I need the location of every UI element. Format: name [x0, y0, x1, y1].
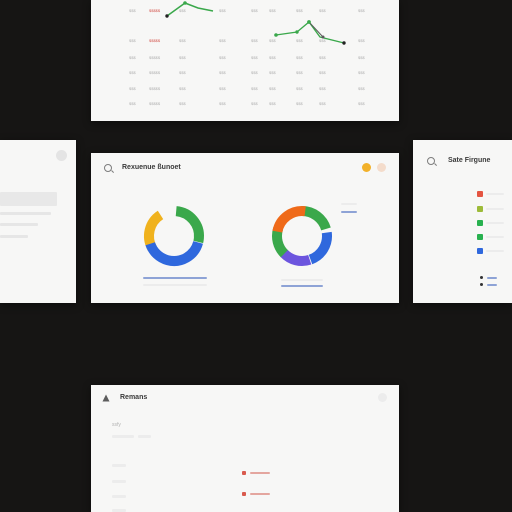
- donut-chart-left: [144, 206, 204, 266]
- status-dot-icon: [480, 276, 483, 279]
- legend-label-line: [486, 236, 504, 238]
- record-row[interactable]: [138, 435, 151, 438]
- bottom-records-panel: Remans ssfy: [91, 385, 399, 512]
- yellow-status-dot-icon[interactable]: [362, 163, 371, 172]
- list-item-placeholder[interactable]: [0, 223, 38, 226]
- legend-label-line: [486, 208, 504, 210]
- panel-title: Remans: [120, 394, 148, 401]
- record-row[interactable]: [112, 495, 126, 498]
- chart-point: [307, 20, 311, 24]
- chart-point: [165, 14, 169, 18]
- top-data-table-panel: $$$$$ $$$ $$$ $$$ $$$ $$$ $$$ $$$ $$$ $$…: [91, 0, 399, 121]
- record-row[interactable]: [112, 480, 126, 483]
- status-label-line: [487, 277, 497, 279]
- legend-color-icon: [477, 206, 483, 212]
- left-side-panel: [0, 140, 76, 303]
- chart-point: [342, 41, 346, 45]
- chart-line-series-right: [275, 21, 345, 44]
- alert-label-line: [250, 493, 270, 495]
- record-row[interactable]: [112, 435, 134, 438]
- chart-point: [183, 1, 187, 5]
- alert-icon: [242, 471, 246, 475]
- chart-point: [295, 30, 299, 34]
- search-icon[interactable]: [104, 164, 112, 172]
- status-label-line: [487, 284, 497, 286]
- right-chart-annotation-line: [341, 203, 357, 205]
- chart-line-series-right-dark: [308, 21, 324, 38]
- right-chart-annotation-line: [341, 211, 357, 213]
- right-side-panel: Sate Firgune: [413, 140, 512, 303]
- search-icon[interactable]: [427, 157, 435, 165]
- chart-line-series-top: [166, 2, 214, 17]
- list-item-placeholder[interactable]: [0, 235, 28, 238]
- selected-list-item[interactable]: [0, 192, 57, 206]
- warning-icon: [102, 394, 110, 402]
- left-legend-line: [143, 284, 207, 286]
- status-dot-icon: [480, 283, 483, 286]
- legend-label-line: [486, 222, 504, 224]
- alert-icon: [242, 492, 246, 496]
- right-legend-line: [281, 285, 323, 287]
- side-panel-title: Sate Firgune: [448, 157, 491, 164]
- left-legend-line: [143, 277, 207, 279]
- mini-line-chart: [165, 1, 346, 45]
- chart-point: [274, 33, 278, 37]
- sub-title: ssfy: [112, 422, 121, 428]
- list-item-placeholder[interactable]: [0, 212, 51, 215]
- right-legend-line: [281, 279, 323, 281]
- legend-color-icon: [477, 248, 483, 254]
- alert-label-line: [250, 472, 270, 474]
- legend-color-icon: [477, 191, 483, 197]
- legend-color-icon: [477, 220, 483, 226]
- legend-label-line: [486, 250, 504, 252]
- legend-color-icon: [477, 234, 483, 240]
- page-title: Rexuenue ßunoet: [122, 164, 181, 171]
- avatar-placeholder-icon: [56, 150, 67, 161]
- record-row[interactable]: [112, 464, 126, 467]
- legend-label-line: [486, 193, 504, 195]
- peach-status-dot-icon[interactable]: [377, 163, 386, 172]
- chart-point: [321, 35, 325, 39]
- donut-chart-right: [272, 205, 332, 266]
- budget-donut-panel: Rexuenue ßunoet: [91, 153, 399, 303]
- avatar-placeholder-icon: [378, 393, 387, 402]
